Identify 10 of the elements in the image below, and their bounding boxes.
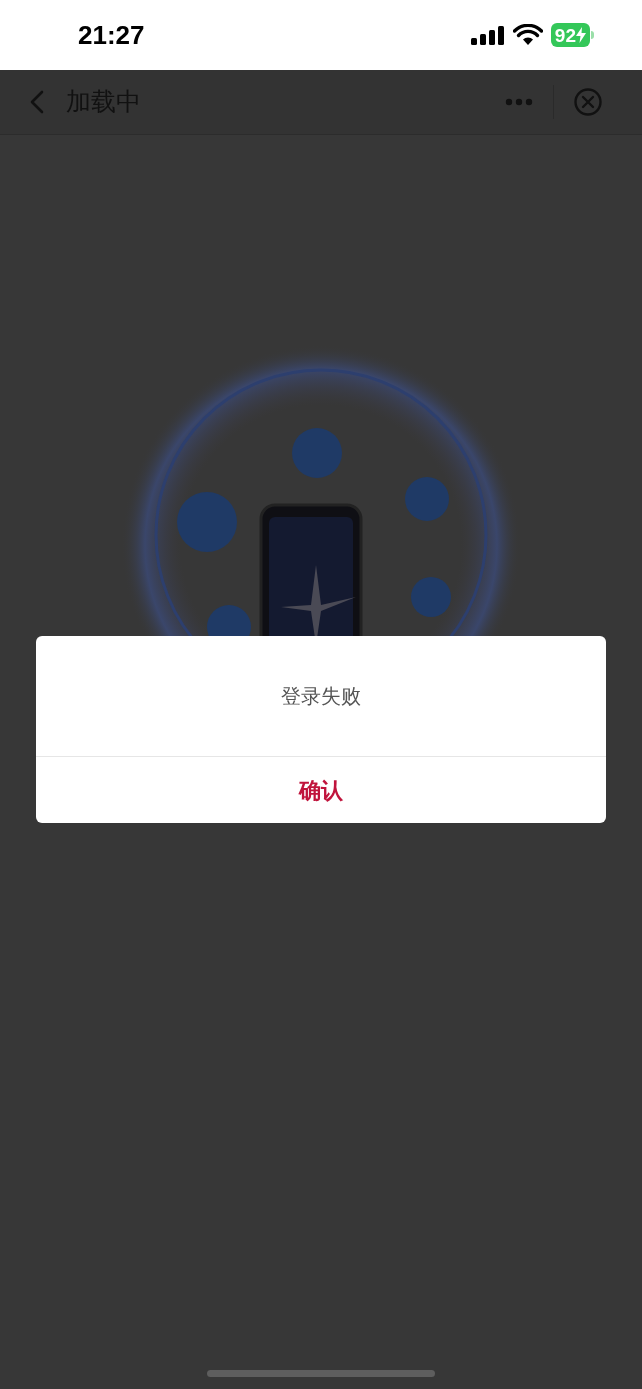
battery-indicator: 92 — [550, 23, 594, 47]
charging-bolt-icon — [576, 27, 586, 43]
back-icon[interactable] — [28, 89, 46, 115]
wifi-icon — [512, 24, 543, 46]
more-icon[interactable] — [505, 98, 533, 106]
close-icon[interactable] — [574, 88, 602, 116]
signal-icon — [470, 25, 505, 45]
confirm-button[interactable]: 确认 — [36, 757, 606, 823]
dialog-message: 登录失败 — [281, 684, 361, 709]
status-time: 21:27 — [78, 18, 145, 52]
